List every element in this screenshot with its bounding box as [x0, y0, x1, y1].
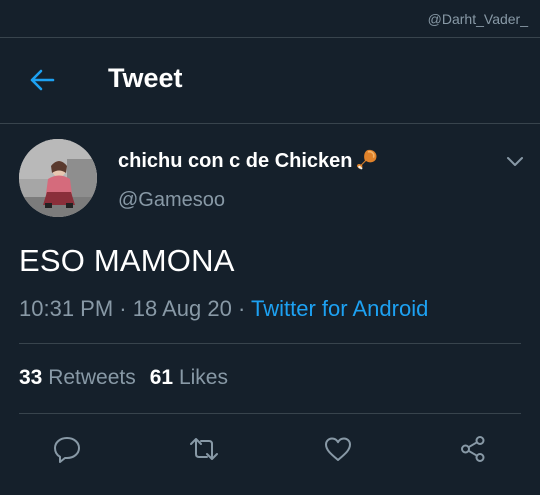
- tweet-text: ESO MAMONA: [19, 243, 235, 278]
- tweet-source-link[interactable]: Twitter for Android: [251, 296, 428, 321]
- chevron-down-icon: [507, 157, 523, 166]
- likes-count: 61: [149, 366, 174, 389]
- header-divider: [0, 123, 540, 124]
- reply-button[interactable]: [49, 432, 85, 466]
- meta-separator: ·: [237, 296, 246, 321]
- tweet-date: 18 Aug 20: [132, 296, 232, 321]
- reply-icon: [54, 437, 80, 463]
- tweet-time: 10:31 PM: [19, 296, 114, 321]
- divider: [19, 413, 521, 414]
- share-button[interactable]: [455, 432, 491, 466]
- watermark: @Darht_Vader_: [427, 11, 528, 27]
- retweets-count: 33: [19, 366, 43, 389]
- divider: [19, 343, 521, 344]
- retweets-label: Retweets: [48, 366, 136, 389]
- more-options-button[interactable]: [502, 149, 528, 175]
- retweets-stat[interactable]: 33 Retweets: [19, 366, 136, 389]
- like-button[interactable]: [320, 432, 356, 466]
- likes-stat[interactable]: 61 Likes: [150, 366, 228, 389]
- tweet-stats: 33 Retweets 61 Likes: [19, 366, 228, 390]
- share-icon: [461, 436, 485, 462]
- display-name[interactable]: chichu con c de Chicken: [118, 149, 379, 173]
- likes-label: Likes: [178, 366, 228, 389]
- user-handle[interactable]: @Gamesoo: [118, 189, 225, 212]
- poultry-leg-icon: [356, 149, 377, 170]
- avatar[interactable]: [19, 139, 97, 217]
- retweet-button[interactable]: [186, 432, 222, 466]
- page-title: Tweet: [108, 63, 183, 93]
- tweet-meta: 10:31 PM · 18 Aug 20 · Twitter for Andro…: [19, 296, 428, 322]
- retweet-icon: [190, 438, 218, 460]
- display-name-text: chichu con c de Chicken: [118, 150, 353, 172]
- meta-separator: ·: [119, 296, 127, 321]
- top-divider: [0, 37, 540, 38]
- back-button[interactable]: [22, 62, 62, 98]
- arrow-left-icon: [30, 69, 55, 91]
- like-icon: [325, 437, 351, 461]
